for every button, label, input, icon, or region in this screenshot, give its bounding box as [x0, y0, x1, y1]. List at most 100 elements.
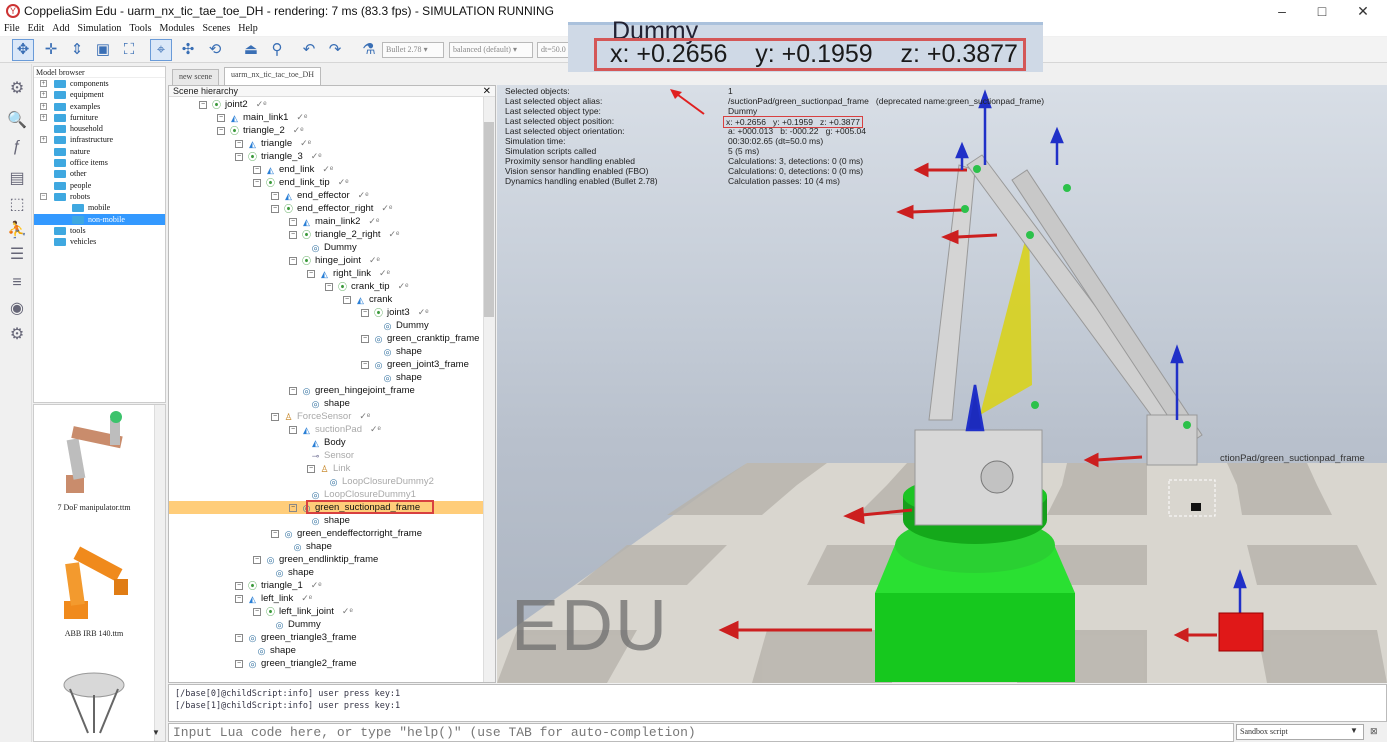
hierarchy-node[interactable]: − ⦿ crank_tip ✓ᵉ — [325, 280, 408, 293]
hierarchy-node[interactable]: − ⦿ joint3 ✓ᵉ — [361, 306, 429, 319]
expand-toggle-icon[interactable]: − — [361, 335, 369, 343]
hierarchy-node[interactable]: − ◭ right_link ✓ᵉ — [307, 267, 390, 280]
model-folder-item[interactable]: non-mobile — [34, 213, 165, 225]
hierarchy-scroll-thumb[interactable] — [484, 122, 494, 317]
model-folder-item[interactable]: office items — [34, 157, 165, 168]
expand-toggle-icon[interactable]: + — [40, 113, 47, 121]
expand-toggle-icon[interactable]: − — [325, 283, 333, 291]
menu-file[interactable]: File — [0, 22, 24, 36]
expand-toggle-icon[interactable]: − — [235, 660, 243, 668]
expand-toggle-icon[interactable]: − — [289, 504, 297, 512]
expand-toggle-icon[interactable]: − — [253, 608, 261, 616]
graph-icon[interactable]: ◉ — [6, 298, 28, 320]
hierarchy-node[interactable]: − ⦿ hinge_joint ✓ᵉ — [289, 254, 380, 267]
hierarchy-node[interactable]: − ♙ ForceSensor ✓ᵉ — [271, 410, 370, 423]
tab-new-scene[interactable]: new scene — [172, 69, 220, 85]
expand-toggle-icon[interactable]: − — [289, 218, 297, 226]
model-folder-item[interactable]: nature — [34, 146, 165, 157]
hierarchy-node[interactable]: ⊸ Sensor — [307, 449, 354, 462]
model-folder-item[interactable]: + infrastructure — [34, 134, 165, 145]
expand-toggle-icon[interactable]: − — [40, 192, 47, 200]
model-folder-item[interactable]: + components — [34, 78, 165, 89]
hierarchy-node[interactable]: ◎ Dummy — [307, 241, 357, 254]
expand-toggle-icon[interactable]: − — [271, 192, 279, 200]
minimize-button[interactable]: – — [1262, 0, 1302, 22]
menu-help[interactable]: Help — [234, 22, 261, 36]
camera-pan-icon[interactable]: ✥ — [12, 39, 34, 61]
expand-toggle-icon[interactable]: − — [289, 426, 297, 434]
expand-toggle-icon[interactable]: + — [40, 102, 47, 110]
model-folder-item[interactable]: household — [34, 123, 165, 134]
expand-toggle-icon[interactable]: − — [361, 361, 369, 369]
expand-toggle-icon[interactable]: + — [40, 91, 47, 99]
camera-rotate-icon[interactable]: ✛ — [40, 39, 62, 61]
hierarchy-node[interactable]: ◎ shape — [379, 371, 422, 384]
math-icon[interactable]: ƒ — [6, 136, 28, 158]
expand-toggle-icon[interactable]: − — [307, 465, 315, 473]
hierarchy-node[interactable]: − ⦿ triangle_2_right ✓ᵉ — [289, 228, 399, 241]
menu-add[interactable]: Add — [48, 22, 73, 36]
hierarchy-node[interactable]: − ◎ green_endlinktip_frame — [253, 553, 378, 566]
hierarchy-node[interactable]: ◎ LoopClosureDummy2 — [325, 475, 434, 488]
hierarchy-node[interactable]: − ◭ end_effector ✓ᵉ — [271, 189, 369, 202]
expand-toggle-icon[interactable]: − — [271, 205, 279, 213]
dynamics-icon[interactable]: ⚗ — [358, 39, 380, 61]
hierarchy-node[interactable]: − ⦿ triangle_1 ✓ᵉ — [235, 579, 322, 592]
menu-simulation[interactable]: Simulation — [73, 22, 125, 36]
model-thumbnail[interactable]: ABB IRB 140.ttm — [44, 535, 144, 638]
expand-toggle-icon[interactable]: − — [217, 114, 225, 122]
expand-toggle-icon[interactable]: − — [199, 101, 207, 109]
expand-toggle-icon[interactable]: − — [289, 257, 297, 265]
hierarchy-node[interactable]: − ⦿ triangle_3 ✓ᵉ — [235, 150, 322, 163]
tab-uarm-scene[interactable]: uarm_nx_tic_tac_toe_DH — [224, 67, 322, 85]
chevron-down-icon[interactable]: ▼ — [1350, 726, 1358, 735]
model-folder-item[interactable]: other — [34, 168, 165, 179]
hierarchy-node[interactable]: ◎ shape — [307, 397, 350, 410]
hierarchy-node[interactable]: − ⦿ end_effector_right ✓ᵉ — [271, 202, 392, 215]
expand-toggle-icon[interactable]: + — [40, 136, 47, 144]
model-folder-item[interactable]: vehicles — [34, 236, 165, 247]
menu-tools[interactable]: Tools — [125, 22, 155, 36]
menu-modules[interactable]: Modules — [155, 22, 198, 36]
expand-toggle-icon[interactable]: − — [217, 127, 225, 135]
scene-hierarchy-icon[interactable]: ☰ — [6, 244, 28, 266]
physics-engine-select[interactable]: Bullet 2.78 ▾ — [382, 42, 444, 58]
expand-toggle-icon[interactable]: − — [253, 166, 261, 174]
object-rotate-icon[interactable]: ⟲ — [204, 39, 226, 61]
lua-command-input[interactable]: Input Lua code here, or type "help()" (u… — [168, 723, 1234, 742]
expand-toggle-icon[interactable]: − — [235, 140, 243, 148]
model-thumbnail[interactable] — [44, 663, 144, 741]
model-browser-icon[interactable]: ⛹ — [6, 220, 28, 242]
hierarchy-node[interactable]: − ◭ main_link1 ✓ᵉ — [217, 111, 307, 124]
scroll-down-icon[interactable]: ▼ — [152, 728, 160, 737]
expand-toggle-icon[interactable]: − — [289, 231, 297, 239]
model-folder-item[interactable]: + examples — [34, 101, 165, 112]
hierarchy-node[interactable]: − ◭ left_link ✓ᵉ — [235, 592, 312, 605]
hierarchy-node[interactable]: ◎ shape — [253, 644, 296, 657]
hierarchy-node[interactable]: − ⦿ left_link_joint ✓ᵉ — [253, 605, 353, 618]
model-folder-item[interactable]: − robots — [34, 191, 165, 202]
model-folder-item[interactable]: mobile — [34, 202, 165, 213]
hierarchy-scrollbar[interactable] — [483, 97, 495, 682]
hierarchy-node[interactable]: − ⦿ end_link_tip ✓ᵉ — [253, 176, 349, 189]
expand-toggle-icon[interactable]: − — [271, 413, 279, 421]
object-shift-icon[interactable]: ✣ — [177, 39, 199, 61]
model-folder-item[interactable]: tools — [34, 225, 165, 236]
hierarchy-node[interactable]: − ◎ green_endeffectorright_frame — [271, 527, 422, 540]
page-icon[interactable]: ▤ — [6, 168, 28, 190]
expand-toggle-icon[interactable]: − — [307, 270, 315, 278]
hierarchy-node[interactable]: ◎ Dummy — [271, 618, 321, 631]
hierarchy-node[interactable]: − ◎ green_triangle3_frame — [235, 631, 357, 644]
hierarchy-node[interactable]: − ⦿ joint2 ✓ᵉ — [199, 98, 267, 111]
close-window-button[interactable]: ✕ — [1343, 0, 1383, 22]
hierarchy-node[interactable]: ◭ Body — [307, 436, 346, 449]
hierarchy-node[interactable]: − ◭ main_link2 ✓ᵉ — [289, 215, 379, 228]
timestep-select[interactable]: dt=50.0 — [537, 42, 569, 58]
hierarchy-node[interactable]: − ◭ suctionPad ✓ᵉ — [289, 423, 381, 436]
hierarchy-node[interactable]: − ◭ crank — [343, 293, 392, 306]
simulation-settings-icon[interactable]: ⚙ — [6, 78, 28, 100]
expand-toggle-icon[interactable]: − — [271, 530, 279, 538]
clear-console-icon[interactable]: ⊠ — [1370, 726, 1378, 737]
expand-toggle-icon[interactable]: − — [235, 582, 243, 590]
model-folder-item[interactable]: + furniture — [34, 112, 165, 123]
